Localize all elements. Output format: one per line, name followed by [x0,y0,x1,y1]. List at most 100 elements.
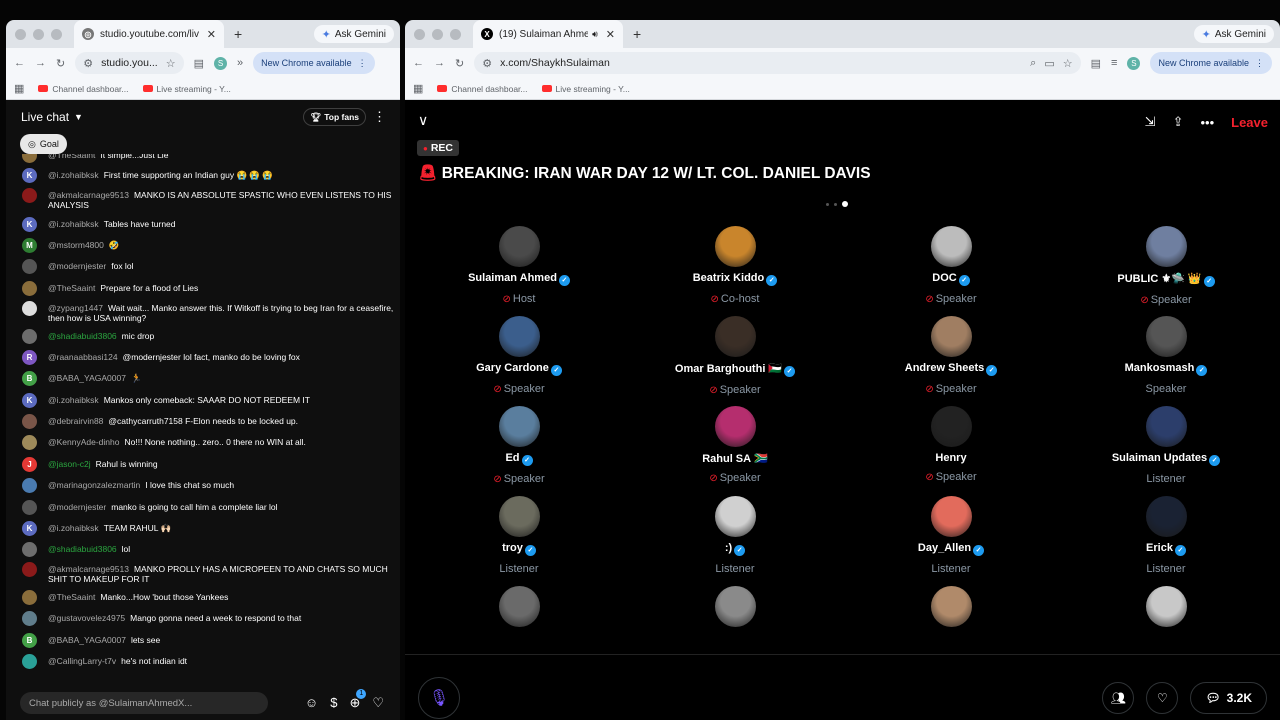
message-author[interactable]: @mstorm4800 [48,240,104,250]
message-author[interactable]: @i.zohaibksk [48,219,99,229]
bookmark-live-streaming[interactable]: Live streaming - Y... [142,84,231,94]
site-info-icon[interactable]: ⚙ [83,57,93,70]
emoji-icon[interactable]: ☺ [305,695,318,711]
message-author[interactable]: @i.zohaibksk [48,523,99,533]
chat-message[interactable]: @modernjester manko is going to call him … [6,500,394,515]
zoom-icon[interactable]: ⌕ [1030,57,1036,70]
leave-button[interactable]: Leave [1231,115,1268,130]
message-author[interactable]: @marinagonzalezmartin [48,480,140,490]
chat-message[interactable]: @gustavovelez4975 Mango gonna need a week… [6,611,394,626]
participant[interactable]: Beatrix Kiddo ✓ ⊘ Co-host [635,226,835,305]
close-window-button[interactable] [15,28,26,40]
participant-avatar[interactable] [714,586,756,627]
participant-avatar[interactable] [930,496,972,537]
collapse-chevron-icon[interactable]: ∨ [418,112,428,129]
participant[interactable]: :) ✓ Listener [635,496,835,575]
comments-button[interactable]: 💬︎ 3.2K [1190,682,1267,714]
participant[interactable]: Mankosmash ✓ Speaker [1066,316,1266,395]
cast-icon[interactable]: ▭ [1044,57,1054,70]
reload-icon[interactable]: ↻ [455,57,464,70]
chat-message[interactable]: K @i.zohaibksk TEAM RAHUL 🙌🏻 [6,521,394,536]
chat-message-list[interactable]: @TheSaaint It simple...Just Lie K @i.zohaib… [6,154,400,682]
chat-message[interactable]: @KennyAde-dinho No!!! None nothing.. zero… [6,435,394,450]
user-avatar[interactable]: R [22,350,37,365]
participant[interactable] [419,586,619,627]
tab-search-icon[interactable]: ▤ [1091,57,1101,70]
page-dot[interactable] [826,202,829,206]
message-author[interactable]: @akmalcarnage9513 [48,564,129,574]
chat-message[interactable]: @shadiabuid3806 lol [6,542,394,557]
participant-avatar[interactable] [498,586,540,627]
chat-message[interactable]: @marinagonzalezmartin I love this chat so… [6,478,394,493]
participant-avatar[interactable] [498,496,540,537]
back-icon[interactable]: ← [14,57,25,69]
extensions-icon[interactable]: ≡ [1111,57,1117,69]
message-author[interactable]: @KennyAde-dinho [48,437,119,447]
message-author[interactable]: @CallingLarry-t7v [48,656,116,666]
microphone-button[interactable]: 🎙︎ [418,677,460,719]
goal-chip[interactable]: ◎ Goal [20,134,67,154]
participant-avatar[interactable] [498,316,540,357]
user-avatar[interactable] [22,301,37,316]
message-author[interactable]: @shadiabuid3806 [48,544,117,554]
participant[interactable]: Ed ✓ ⊘ Speaker [419,406,619,485]
user-avatar[interactable] [22,590,37,605]
participant[interactable]: Sulaiman Ahmed ✓ ⊘ Host [419,226,619,305]
message-author[interactable]: @shadiabuid3806 [48,331,117,341]
participant[interactable] [1066,586,1266,627]
new-chrome-available-button[interactable]: New Chrome available ⋮ [1150,52,1272,74]
bookmark-live-streaming[interactable]: Live streaming - Y... [541,84,630,94]
maximize-window-button[interactable] [450,28,461,40]
message-author[interactable]: @TheSaaint [48,154,95,160]
chat-message[interactable]: @zypang1447 Wait wait... Manko answer thi… [6,301,394,323]
page-dot-active[interactable] [842,201,848,207]
user-avatar[interactable] [22,611,37,626]
participant-avatar[interactable] [930,406,972,447]
reload-icon[interactable]: ↻ [56,57,65,70]
gift-icon[interactable]: ⊕ 1 [349,689,367,711]
message-author[interactable]: @TheSaaint [48,592,95,602]
message-author[interactable]: @jason-c2j [48,459,91,469]
user-avatar[interactable] [22,329,37,344]
user-avatar[interactable]: J [22,457,37,472]
participant-avatar[interactable] [1145,226,1187,267]
more-icon[interactable]: ••• [1200,115,1214,130]
participant-avatar[interactable] [930,316,972,357]
user-avatar[interactable] [22,188,37,203]
chevron-down-icon[interactable]: ▼ [74,112,83,122]
bookmark-star-icon[interactable]: ☆ [166,57,176,70]
user-avatar[interactable] [22,654,37,669]
chat-message[interactable]: @TheSaaint Prepare for a flood of Lies [6,281,394,296]
chat-message[interactable]: @shadiabuid3806 mic drop [6,329,394,344]
people-button[interactable]: 👥︎ [1102,682,1135,714]
apps-grid-icon[interactable]: ▦ [14,82,24,95]
chat-message[interactable]: K @i.zohaibksk Mankos only comeback: SAAAR… [6,393,394,408]
message-author[interactable]: @i.zohaibksk [48,395,99,405]
chat-message[interactable]: @modernjester fox lol [6,259,394,274]
chat-message[interactable]: R @raanaabbasi124 @modernjester lol fact, … [6,350,394,365]
share-icon[interactable]: ⇪ [1173,114,1184,130]
minimize-window-button[interactable] [33,28,44,40]
participant[interactable] [851,586,1051,627]
chat-message[interactable]: J @jason-c2j Rahul is winning [6,457,394,472]
user-avatar[interactable] [22,435,37,450]
minimize-window-button[interactable] [432,28,443,40]
chat-message[interactable]: @TheSaaint Manko...How 'bout those Yankee… [6,590,394,605]
user-avatar[interactable] [22,562,37,577]
user-avatar[interactable] [22,259,37,274]
chat-message[interactable]: @akmalcarnage9513 MANKO IS AN ABSOLUTE SP… [6,188,394,210]
participant[interactable]: Erick ✓ Listener [1066,496,1266,575]
participant[interactable]: Gary Cardone ✓ ⊘ Speaker [419,316,619,395]
bookmark-channel-dashboard[interactable]: Channel dashboar... [38,84,129,94]
new-tab-button[interactable]: + [234,26,242,42]
close-tab-icon[interactable]: ✕ [207,28,216,41]
participant-avatar[interactable] [498,406,540,447]
ask-gemini-button[interactable]: ✦ Ask Gemini [313,25,394,43]
more-options-icon[interactable]: ⋮ [373,109,386,125]
chat-input[interactable]: Chat publicly as @SulaimanAhmedX... [20,692,268,714]
message-author[interactable]: @debrairvin88 [48,416,103,426]
user-avatar[interactable]: K [22,393,37,408]
bookmark-star-icon[interactable]: ☆ [1063,57,1073,70]
user-avatar[interactable]: K [22,217,37,232]
user-avatar[interactable] [22,542,37,557]
